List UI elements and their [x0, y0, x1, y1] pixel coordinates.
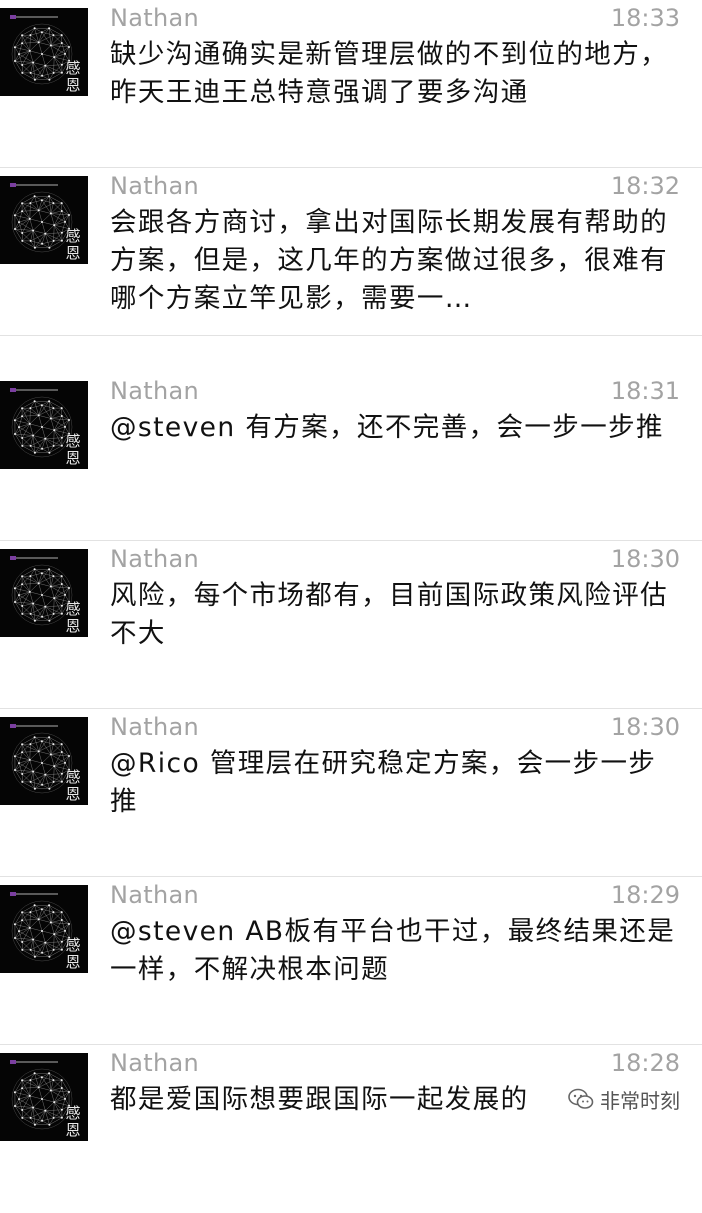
message-time: 18:30 [611, 709, 680, 745]
sender-name: Nathan [110, 168, 199, 204]
message-item[interactable]: 感 恩 Nathan 18:32 会跟各方商讨，拿出对国际长期发展有帮助的方案，… [0, 168, 702, 336]
avatar-badge-bottom: 恩 [64, 1122, 82, 1138]
message-time: 18:30 [611, 541, 680, 577]
sender-name: Nathan [110, 0, 199, 36]
watermark: 非常时刻 [568, 1083, 680, 1115]
message-time: 18:29 [611, 877, 680, 913]
message-text: 风险，每个市场都有，目前国际政策风险评估不大 [110, 577, 676, 653]
avatar[interactable]: 感 恩 [0, 8, 88, 96]
avatar[interactable]: 感 恩 [0, 1053, 88, 1141]
message-item[interactable]: 感 恩 Nathan 18:29 @steven AB板有平台也干过，最终结果还… [0, 877, 702, 1045]
message-item[interactable]: 感 恩 Nathan 18:30 风险，每个市场都有，目前国际政策风险评估不大 [0, 541, 702, 709]
message-time: 18:31 [611, 373, 680, 409]
sender-name: Nathan [110, 1045, 199, 1081]
avatar-badge-top: 感 [64, 60, 82, 76]
avatar-badge-top: 感 [64, 937, 82, 953]
message-text: @steven 有方案，还不完善，会一步一步推 [110, 409, 676, 447]
avatar-badge-bottom: 恩 [64, 450, 82, 466]
avatar-badge-bottom: 恩 [64, 77, 82, 93]
message-text: @steven AB板有平台也干过，最终结果还是一样，不解决根本问题 [110, 913, 676, 989]
message-item[interactable]: 感 恩 Nathan 18:28 都是爱国际想要跟国际一起发展的 [0, 1045, 702, 1213]
wechat-channel-icon [568, 1087, 594, 1111]
sender-name: Nathan [110, 709, 199, 745]
avatar-badge-bottom: 恩 [64, 786, 82, 802]
avatar[interactable]: 感 恩 [0, 717, 88, 805]
sender-name: Nathan [110, 877, 199, 913]
avatar-badge-top: 感 [64, 769, 82, 785]
avatar[interactable]: 感 恩 [0, 176, 88, 264]
watermark-label: 非常时刻 [600, 1085, 680, 1114]
avatar-badge-top: 感 [64, 228, 82, 244]
avatar-badge-top: 感 [64, 601, 82, 617]
avatar[interactable]: 感 恩 [0, 381, 88, 469]
message-time: 18:33 [611, 0, 680, 36]
avatar-badge-top: 感 [64, 1105, 82, 1121]
avatar[interactable]: 感 恩 [0, 549, 88, 637]
avatar-badge-bottom: 恩 [64, 954, 82, 970]
message-list: 感 恩 Nathan 18:33 缺少沟通确实是新管理层做的不到位的地方，昨天王… [0, 0, 702, 1133]
message-text: 会跟各方商讨，拿出对国际长期发展有帮助的方案，但是，这几年的方案做过很多，很难有… [110, 204, 676, 318]
avatar-badge-top: 感 [64, 433, 82, 449]
sender-name: Nathan [110, 373, 199, 409]
message-text: 缺少沟通确实是新管理层做的不到位的地方，昨天王迪王总特意强调了要多沟通 [110, 36, 676, 112]
avatar-badge-bottom: 恩 [64, 618, 82, 634]
message-text: @Rico 管理层在研究稳定方案，会一步一步推 [110, 745, 676, 821]
message-item[interactable]: 感 恩 Nathan 18:33 缺少沟通确实是新管理层做的不到位的地方，昨天王… [0, 0, 702, 168]
message-time: 18:28 [611, 1045, 680, 1081]
message-item[interactable]: 感 恩 Nathan 18:31 @steven 有方案，还不完善，会一步一步推 [0, 373, 702, 541]
sender-name: Nathan [110, 541, 199, 577]
message-time: 18:32 [611, 168, 680, 204]
avatar[interactable]: 感 恩 [0, 885, 88, 973]
avatar-badge-bottom: 恩 [64, 245, 82, 261]
message-item[interactable]: 感 恩 Nathan 18:30 @Rico 管理层在研究稳定方案，会一步一步推 [0, 709, 702, 877]
